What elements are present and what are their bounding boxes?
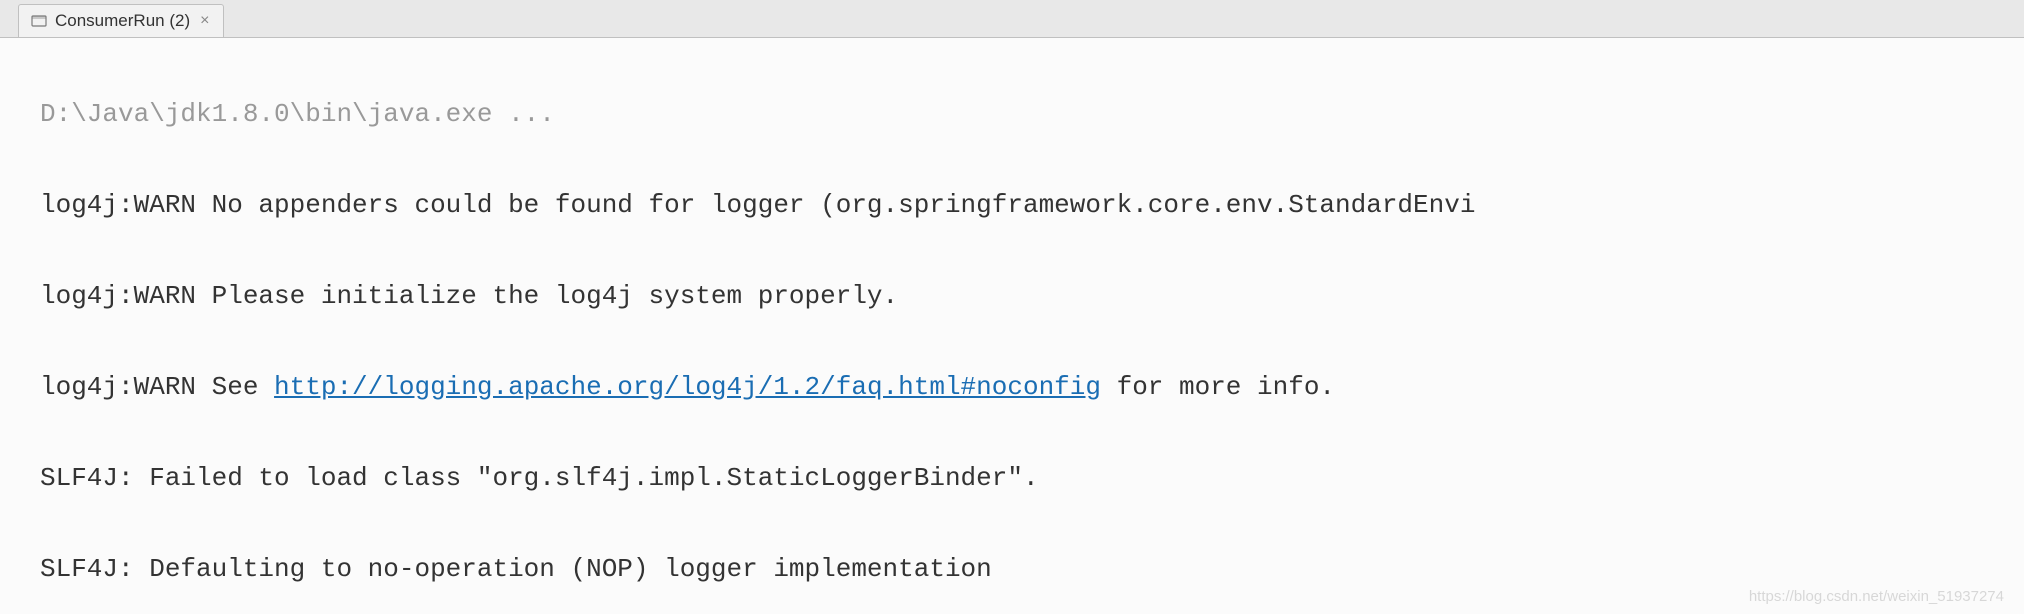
watermark-text: https://blog.csdn.net/weixin_51937274 <box>1749 584 2004 610</box>
log-line: SLF4J: Failed to load class "org.slf4j.i… <box>40 456 2004 502</box>
close-tab-icon[interactable]: × <box>198 12 211 30</box>
log-line: SLF4J: Defaulting to no-operation (NOP) … <box>40 547 2004 593</box>
tab-bar: ConsumerRun (2) × <box>0 0 2024 38</box>
java-command-line: D:\Java\jdk1.8.0\bin\java.exe ... <box>40 92 2004 138</box>
run-tab-label: ConsumerRun (2) <box>55 11 190 31</box>
log4j-faq-link[interactable]: http://logging.apache.org/log4j/1.2/faq.… <box>274 372 1101 402</box>
run-tab[interactable]: ConsumerRun (2) × <box>18 4 224 37</box>
log-line: log4j:WARN No appenders could be found f… <box>40 183 2004 229</box>
run-config-icon <box>31 13 47 29</box>
console-output[interactable]: D:\Java\jdk1.8.0\bin\java.exe ... log4j:… <box>0 38 2024 614</box>
log-line: log4j:WARN See http://logging.apache.org… <box>40 365 2004 411</box>
log-line: log4j:WARN Please initialize the log4j s… <box>40 274 2004 320</box>
